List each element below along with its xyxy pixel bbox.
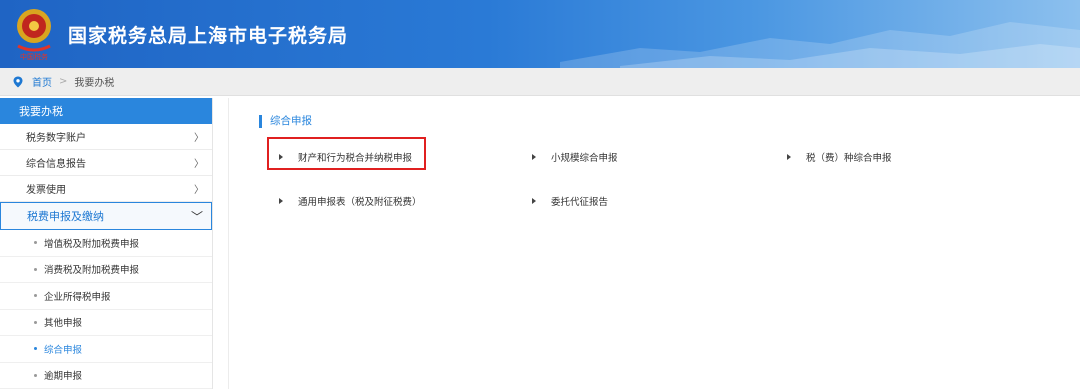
header-mountain-decoration [560, 22, 1080, 68]
link-label: 委托代征报告 [551, 197, 609, 208]
bullet-icon [34, 347, 37, 351]
chevron-right-icon: 〉 [194, 185, 204, 196]
sidebar-item-label: 税务数字账户 [26, 133, 86, 144]
sidebar-subitem-comprehensive-declaration[interactable]: 综合申报 [0, 336, 212, 363]
sidebar-subitem-other-declaration[interactable]: 其他申报 [0, 310, 212, 336]
chevron-down-icon: ﹀ [190, 209, 203, 224]
triangle-bullet-icon [532, 154, 536, 160]
triangle-bullet-icon [532, 198, 536, 204]
chevron-right-icon: 〉 [194, 159, 204, 170]
breadcrumb-home-link[interactable]: 首页 [32, 74, 52, 89]
sidebar-subitem-label: 企业所得税申报 [44, 291, 111, 303]
svg-text:中国税务: 中国税务 [20, 52, 48, 61]
sidebar-item-tax-declaration-payment[interactable]: 税费申报及缴纳 ﹀ [0, 202, 212, 230]
breadcrumb-separator: > [59, 76, 68, 87]
triangle-bullet-icon [279, 154, 283, 160]
bullet-icon [34, 267, 37, 271]
bullet-icon [34, 294, 37, 298]
main-content: 综合申报 财产和行为税合并纳税申报 小规模综合申报 税（费）种综合申报 通用申报… [228, 98, 1080, 389]
sidebar-item-tax-digital-account[interactable]: 税务数字账户 〉 [0, 124, 212, 150]
sidebar-item-label: 综合信息报告 [26, 159, 86, 170]
sidebar-subitem-label: 消费税及附加税费申报 [44, 265, 140, 277]
sidebar-item-info-report[interactable]: 综合信息报告 〉 [0, 150, 212, 176]
triangle-bullet-icon [279, 198, 283, 204]
link-property-behavior-tax-declaration[interactable]: 财产和行为税合并纳税申报 [279, 150, 412, 164]
bullet-icon [34, 320, 37, 324]
site-header: 中国税务 国家税务总局上海市电子税务局 [0, 0, 1080, 68]
sidebar-item-label: 税费申报及缴纳 [27, 210, 104, 223]
sidebar-subitem-label: 其他申报 [44, 318, 83, 330]
tax-emblem-icon: 中国税务 [17, 9, 51, 61]
link-label: 税（费）种综合申报 [806, 153, 892, 164]
sidebar-subitem-vat-declaration[interactable]: 增值税及附加税费申报 [0, 230, 212, 257]
location-pin-icon [13, 76, 23, 87]
breadcrumb-current: 我要办税 [74, 78, 115, 89]
sidebar: 我要办税 税务数字账户 〉 综合信息报告 〉 发票使用 〉 税费申报及缴纳 ﹀ … [0, 98, 213, 389]
sidebar-heading: 我要办税 [0, 98, 212, 124]
link-label: 财产和行为税合并纳税申报 [298, 153, 413, 164]
sidebar-item-invoice-use[interactable]: 发票使用 〉 [0, 176, 212, 202]
link-entrusted-collection-report[interactable]: 委托代征报告 [532, 194, 608, 208]
link-general-declaration-form[interactable]: 通用申报表（税及附征税费） [279, 194, 422, 208]
site-title: 国家税务总局上海市电子税务局 [68, 25, 349, 47]
link-label: 小规模综合申报 [551, 153, 618, 164]
sidebar-subitem-label: 综合申报 [44, 344, 83, 356]
sidebar-subitem-label: 增值税及附加税费申报 [44, 238, 140, 250]
sidebar-subitem-corporate-income-tax[interactable]: 企业所得税申报 [0, 283, 212, 310]
breadcrumb: 首页 > 我要办税 [0, 68, 1080, 96]
triangle-bullet-icon [787, 154, 791, 160]
link-tax-fee-type-declaration[interactable]: 税（费）种综合申报 [787, 150, 892, 164]
sidebar-subitem-overdue-declaration[interactable]: 逾期申报 [0, 363, 212, 389]
bullet-icon [34, 241, 37, 245]
chevron-right-icon: 〉 [194, 133, 204, 144]
sidebar-item-label: 发票使用 [26, 185, 66, 196]
sidebar-subitem-consumption-tax-declaration[interactable]: 消费税及附加税费申报 [0, 257, 212, 283]
link-label: 通用申报表（税及附征税费） [298, 197, 422, 208]
link-small-scale-declaration[interactable]: 小规模综合申报 [532, 150, 618, 164]
bullet-icon [34, 373, 37, 377]
sidebar-subitem-label: 逾期申报 [44, 371, 83, 383]
section-title: 综合申报 [259, 115, 312, 128]
